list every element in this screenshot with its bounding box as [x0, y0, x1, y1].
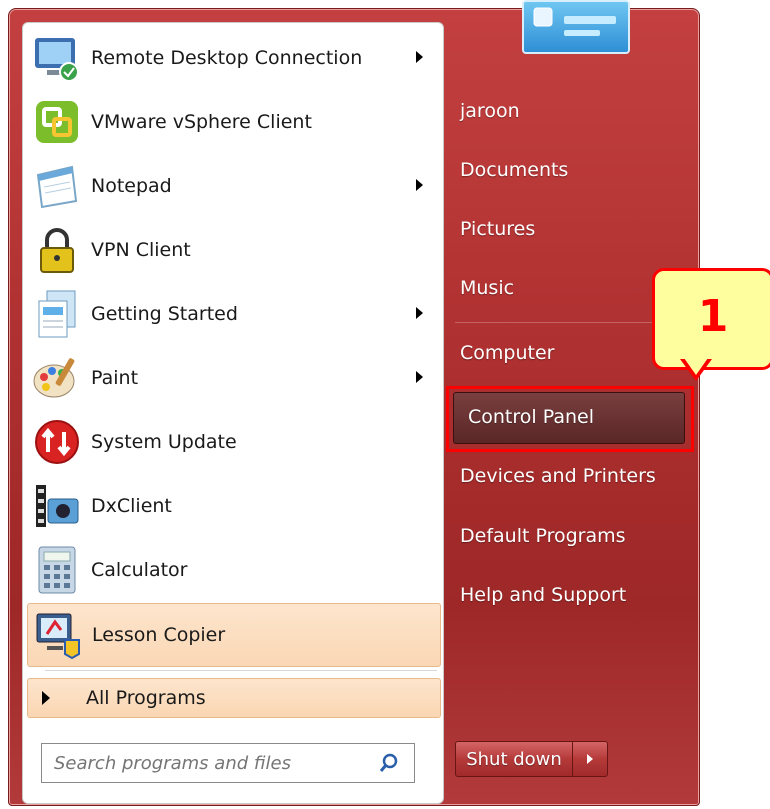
notepad-icon — [29, 158, 85, 214]
right-item-music[interactable]: Music — [444, 266, 674, 310]
program-label: VMware vSphere Client — [91, 111, 312, 133]
divider — [455, 322, 670, 323]
program-vmware-vsphere[interactable]: VMware vSphere Client — [27, 91, 439, 153]
right-item-label: Music — [460, 277, 515, 299]
right-item-documents[interactable]: Documents — [444, 148, 674, 192]
program-lesson-copier[interactable]: Lesson Copier — [27, 603, 441, 667]
right-item-computer[interactable]: Computer — [444, 331, 674, 375]
right-item-label: Help and Support — [460, 584, 627, 606]
shutdown-button[interactable]: Shut down — [455, 741, 573, 777]
program-notepad[interactable]: Notepad — [27, 155, 439, 217]
submenu-arrow-icon[interactable] — [416, 371, 423, 383]
all-programs-button[interactable]: All Programs — [27, 678, 441, 718]
right-item-label: Pictures — [460, 218, 536, 240]
program-system-update[interactable]: System Update — [27, 411, 439, 473]
program-paint[interactable]: Paint — [27, 347, 439, 409]
vmware-icon — [29, 94, 85, 150]
system-update-icon — [29, 414, 85, 470]
program-label: Calculator — [91, 559, 188, 581]
lesson-copier-icon — [30, 607, 86, 663]
right-item-pictures[interactable]: Pictures — [444, 207, 674, 251]
getting-started-icon — [29, 286, 85, 342]
program-label: Getting Started — [91, 303, 238, 325]
annotation-callout: 1 — [652, 268, 770, 370]
right-item-label: Default Programs — [460, 525, 626, 547]
all-programs-label: All Programs — [86, 687, 206, 709]
shutdown-group: Shut down — [455, 741, 608, 777]
callout-tail-fill — [684, 358, 708, 375]
program-label: DxClient — [91, 495, 172, 517]
dxclient-icon — [29, 478, 85, 534]
submenu-arrow-icon[interactable] — [416, 179, 423, 191]
right-item-label: jaroon — [460, 100, 520, 122]
right-item-label: Computer — [460, 342, 555, 364]
right-item-label: Devices and Printers — [460, 465, 656, 487]
annotation-frame — [446, 386, 694, 452]
user-picture[interactable] — [522, 0, 630, 54]
programs-pane: Remote Desktop Connection VMware vSphere… — [22, 22, 444, 804]
submenu-arrow-icon[interactable] — [416, 51, 423, 63]
callout-number: 1 — [697, 291, 729, 342]
search-box[interactable] — [41, 743, 415, 783]
right-item-help-support[interactable]: Help and Support — [444, 573, 674, 617]
chevron-right-icon — [587, 754, 593, 764]
program-getting-started[interactable]: Getting Started — [27, 283, 439, 345]
program-label: System Update — [91, 431, 237, 453]
program-calculator[interactable]: Calculator — [27, 539, 439, 601]
divider — [45, 670, 437, 671]
program-label: Remote Desktop Connection — [91, 47, 363, 69]
expand-arrow-icon — [42, 691, 50, 705]
program-remote-desktop[interactable]: Remote Desktop Connection — [27, 27, 439, 89]
shutdown-options-button[interactable] — [573, 741, 608, 777]
right-item-label: Documents — [460, 159, 569, 181]
search-input[interactable] — [52, 751, 366, 775]
program-label: Lesson Copier — [92, 624, 226, 646]
program-label: Notepad — [91, 175, 172, 197]
search-icon[interactable] — [378, 752, 400, 774]
program-vpn-client[interactable]: VPN Client — [27, 219, 439, 281]
program-dxclient[interactable]: DxClient — [27, 475, 439, 537]
remote-desktop-icon — [29, 30, 85, 86]
calculator-icon — [29, 542, 85, 598]
right-item-devices-printers[interactable]: Devices and Printers — [444, 454, 674, 498]
right-item-user[interactable]: jaroon — [444, 89, 674, 133]
submenu-arrow-icon[interactable] — [416, 307, 423, 319]
paint-palette-icon — [29, 350, 85, 406]
program-label: Paint — [91, 367, 139, 389]
right-item-default-programs[interactable]: Default Programs — [444, 514, 674, 558]
program-label: VPN Client — [91, 239, 191, 261]
lock-icon — [29, 222, 85, 278]
